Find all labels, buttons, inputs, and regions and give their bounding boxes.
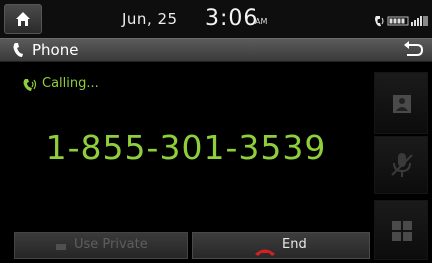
phone-number: 1-855-301-3539	[45, 128, 327, 167]
battery-icon	[387, 16, 409, 26]
calling-icon	[22, 77, 40, 97]
use-private-icon	[54, 238, 70, 257]
date-text: Jun, 25	[122, 10, 178, 28]
end-call-icon	[254, 242, 276, 261]
contacts-button[interactable]	[374, 72, 428, 134]
signal-icon	[411, 16, 428, 26]
microphone-icon	[391, 153, 413, 177]
page-title: Phone	[32, 41, 79, 59]
end-call-label: End	[282, 237, 307, 252]
keypad-icon	[392, 221, 412, 241]
end-call-button[interactable]	[192, 232, 370, 259]
phone-icon	[11, 41, 27, 63]
bluetooth-phone-icon	[375, 16, 384, 27]
use-private-label: Use Private	[74, 237, 148, 252]
back-arrow-icon	[404, 41, 424, 56]
time-text: 3:06	[205, 6, 259, 31]
status-icons	[374, 13, 430, 27]
keypad-button[interactable]	[374, 200, 428, 260]
ampm-text: AM	[255, 17, 268, 26]
home-icon	[16, 12, 30, 26]
back-button[interactable]	[396, 40, 430, 60]
call-status: Calling...	[42, 76, 99, 91]
mic-button[interactable]	[374, 136, 428, 194]
home-button[interactable]	[4, 4, 42, 34]
contacts-icon	[393, 95, 411, 113]
